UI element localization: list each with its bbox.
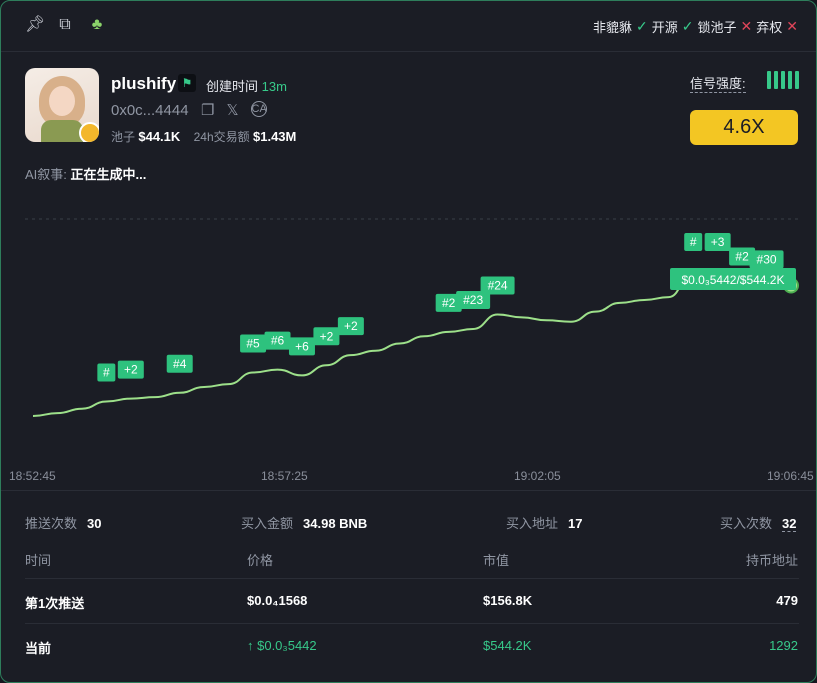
col-mcap: 市值 xyxy=(483,553,510,568)
first-push-mcap: $156.8K xyxy=(483,593,533,608)
push-marker-label: #2 xyxy=(442,296,456,310)
flag-label: 非貔貅 xyxy=(593,20,633,35)
flag-label: 弃权 xyxy=(756,20,783,35)
push-marker: +6 xyxy=(288,337,315,356)
token-name: plushify xyxy=(111,74,177,93)
signal-strength-label: 信号强度: xyxy=(690,73,746,93)
flag-label: 锁池子 xyxy=(697,20,737,35)
row-divider xyxy=(25,578,799,579)
first-push-price: $0.0₄1568 xyxy=(247,593,308,608)
current-time: 当前 xyxy=(25,641,52,656)
push-marker-label: +2 xyxy=(124,363,138,377)
x-twitter-icon[interactable]: 𝕏 xyxy=(226,101,238,119)
col-time: 时间 xyxy=(25,553,52,568)
buy-amount: 买入金额 34.98 BNB xyxy=(241,516,368,531)
push-marker: # xyxy=(684,233,703,251)
frog-icon[interactable]: ♣ xyxy=(87,15,107,35)
push-marker: +2 xyxy=(337,317,364,336)
first-push-holders: 479 xyxy=(776,593,798,608)
token-card: 📌︎ ⧉ ♣ 非貔貅 ✓ 开源 ✓ 锁池子 ✕ 弃权 ✕ plushify ⚑ … xyxy=(0,0,817,683)
ai-narrative: AI叙事: 正在生成中... xyxy=(25,167,147,182)
marker-layer: # +2 #4 #5 #6 +6 +2 +2 #2 #23 #24 # +3 #2 #30 xyxy=(97,233,784,382)
top-bar: 📌︎ ⧉ ♣ 非貔貅 ✓ 开源 ✓ 锁池子 ✕ 弃权 ✕ xyxy=(1,1,816,52)
push-marker-label: #2 xyxy=(735,250,749,264)
external-link-icon[interactable]: ⧉ xyxy=(55,15,75,35)
col-holders: 持币地址 xyxy=(745,553,798,568)
bnb-badge-icon xyxy=(79,122,99,142)
push-marker: +2 xyxy=(117,360,144,379)
current-holders: 1292 xyxy=(769,638,798,653)
address-actions: ❐ 𝕏 CA xyxy=(201,101,267,119)
push-marker-label: +2 xyxy=(320,329,334,343)
pump-icon: ⚑ xyxy=(178,74,196,92)
push-marker-label: #24 xyxy=(488,279,508,293)
contract-search-icon[interactable]: CA xyxy=(250,101,267,117)
buy-count: 买入次数 32 xyxy=(720,516,797,532)
token-stats: 池子 $44.1K 24h交易额 $1.43M xyxy=(111,129,297,144)
created-time: 创建时间 13m xyxy=(206,79,287,94)
push-marker-label: # xyxy=(103,366,110,380)
price-chart: # +2 #4 #5 #6 +6 +2 +2 #2 #23 #24 # +3 #2 #30 $0.0₃544… xyxy=(25,218,799,417)
multiplier-badge: 4.6X xyxy=(690,110,798,145)
push-marker: +2 xyxy=(313,327,340,346)
flag-label: 开源 xyxy=(651,20,678,35)
row-divider xyxy=(25,623,799,624)
push-marker: #6 xyxy=(264,331,291,350)
created-time-value: 13m xyxy=(261,79,287,94)
volume-value: $1.43M xyxy=(253,129,297,144)
push-marker-label: #30 xyxy=(757,252,777,266)
first-push-time: 第1次推送 xyxy=(25,596,85,611)
push-marker: #5 xyxy=(240,334,267,353)
price-tag: $0.0₃5442/$544.2K xyxy=(670,268,796,290)
pool-value: $44.1K xyxy=(138,129,181,144)
push-marker-label: #6 xyxy=(271,334,285,348)
x-tick: 18:57:25 xyxy=(261,469,308,483)
push-marker-label: +3 xyxy=(711,235,725,249)
push-marker: # xyxy=(97,363,116,382)
price-tag-label: $0.0₃5442/$544.2K xyxy=(682,273,785,287)
push-marker: #24 xyxy=(480,276,515,295)
token-avatar xyxy=(25,68,99,142)
current-mcap: $544.2K xyxy=(483,638,532,653)
check-icon: ✓ xyxy=(636,18,648,34)
contract-address: 0x0c...4444 xyxy=(111,102,189,119)
push-marker: #30 xyxy=(749,250,784,269)
price-line xyxy=(32,270,792,417)
current-price: ↑ $0.0₃5442 xyxy=(247,638,317,653)
buy-addresses: 买入地址 17 xyxy=(506,516,583,531)
push-marker-label: # xyxy=(690,235,697,249)
signal-bars xyxy=(767,71,799,89)
divider xyxy=(1,490,816,491)
x-tick: 19:02:05 xyxy=(514,469,561,483)
col-price: 价格 xyxy=(247,553,274,568)
push-marker: +3 xyxy=(704,233,731,251)
cross-icon: ✕ xyxy=(740,18,753,34)
push-marker: #4 xyxy=(166,354,193,373)
x-tick: 19:06:45 xyxy=(767,469,814,483)
push-marker-label: +2 xyxy=(344,319,358,333)
check-icon: ✓ xyxy=(681,18,694,34)
pin-icon[interactable]: 📌︎ xyxy=(25,15,45,35)
push-marker-label: #23 xyxy=(463,293,483,307)
push-marker-label: +6 xyxy=(295,339,309,353)
cross-icon: ✕ xyxy=(786,18,798,34)
copy-icon[interactable]: ❐ xyxy=(201,101,214,119)
push-marker-label: #5 xyxy=(246,337,260,351)
push-count: 推送次数 30 xyxy=(25,516,102,531)
x-tick: 18:52:45 xyxy=(9,469,56,483)
safety-flags: 非貔貅 ✓ 开源 ✓ 锁池子 ✕ 弃权 ✕ xyxy=(593,17,798,36)
push-marker-label: #4 xyxy=(173,357,187,371)
